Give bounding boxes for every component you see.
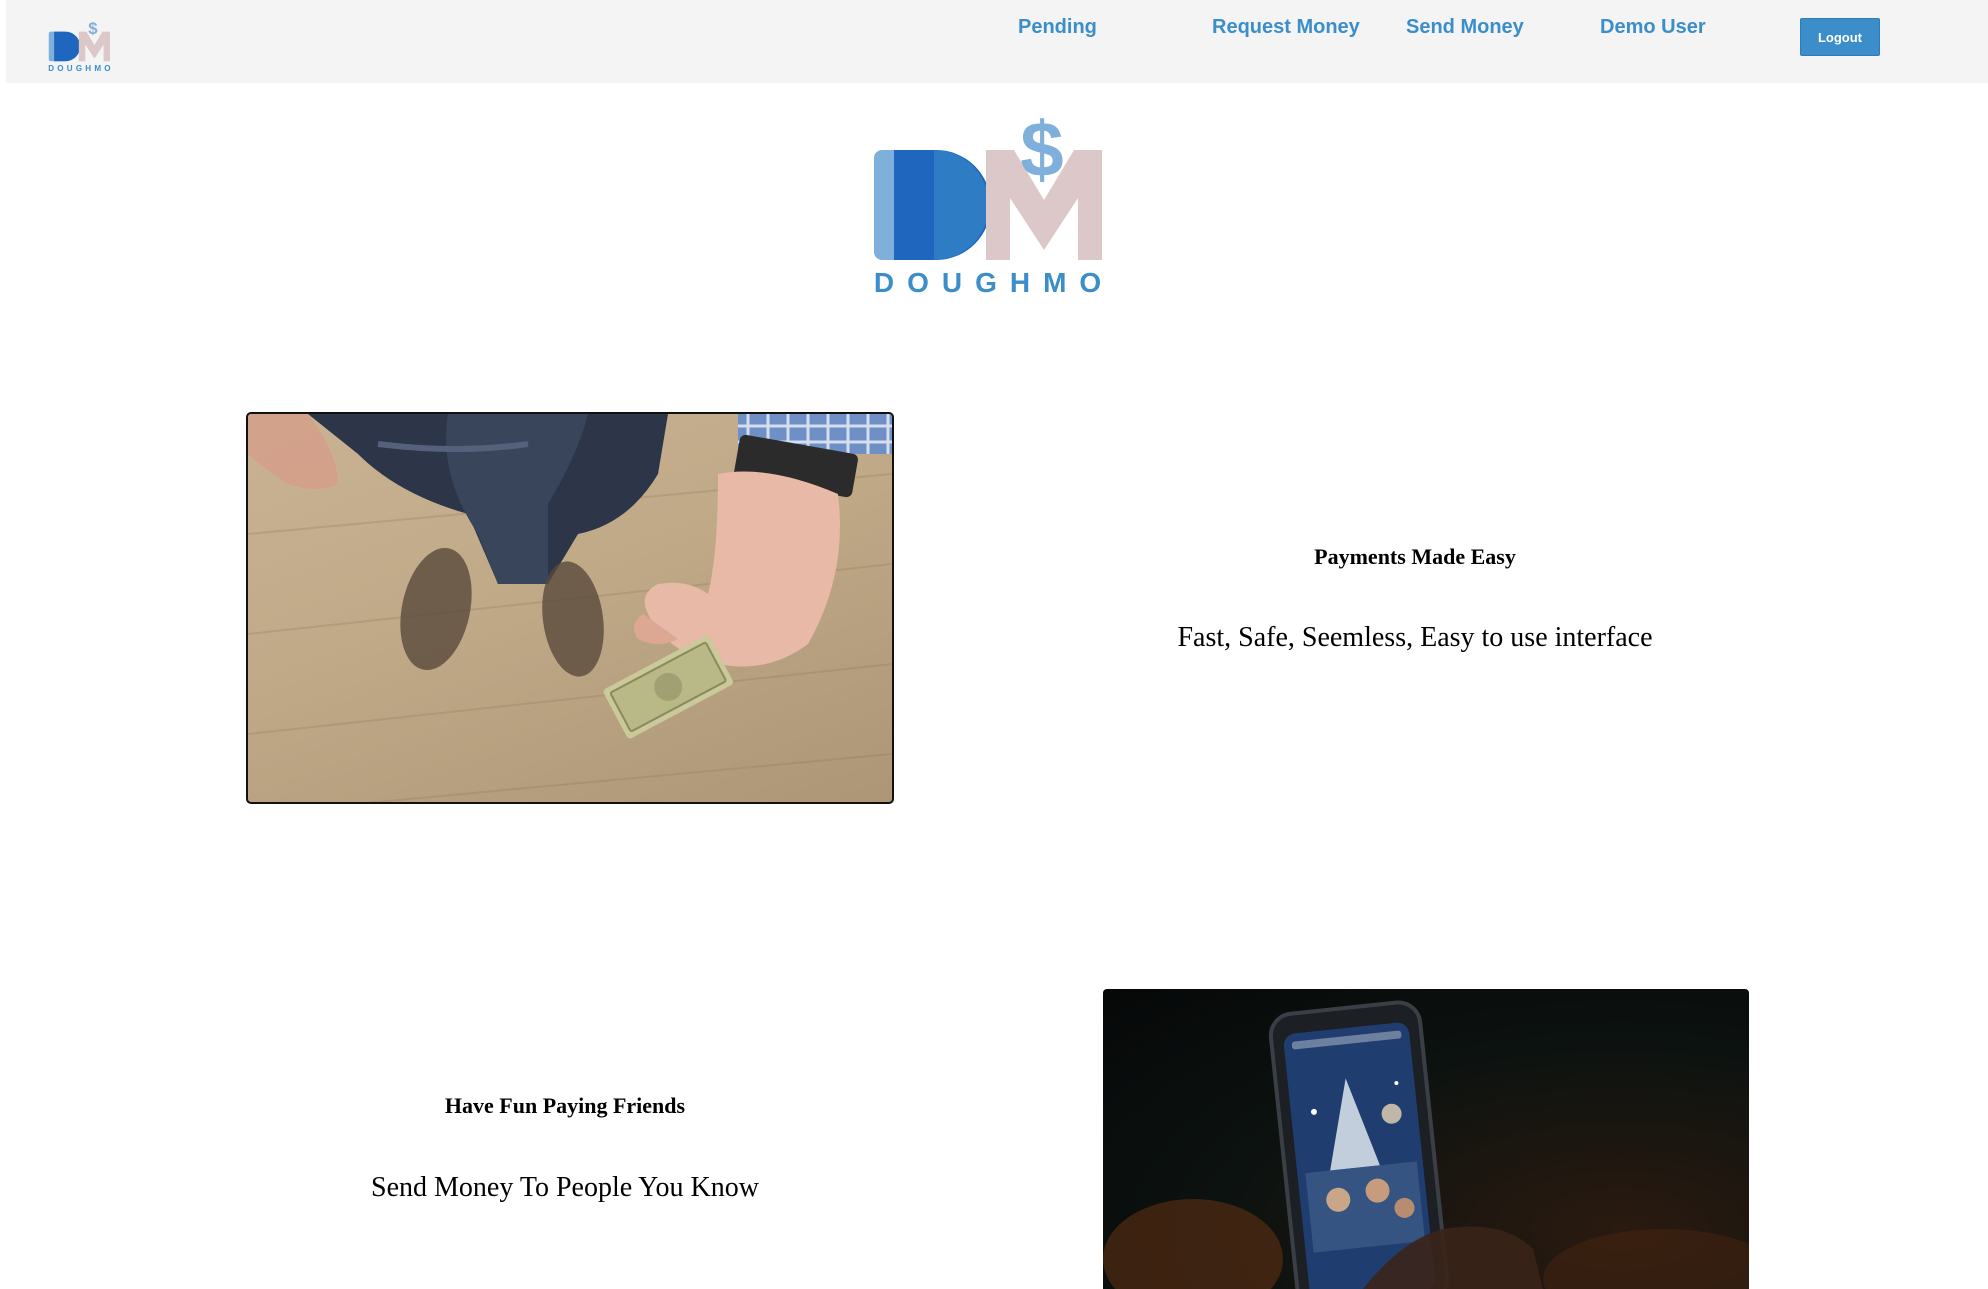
doughmo-nav-logo[interactable]: $ DOUGHMO (46, 22, 116, 72)
nav-link-pending[interactable]: Pending (1018, 16, 1097, 39)
brand-name: DOUGHMO (874, 267, 1114, 298)
nav-link-send-money[interactable]: Send Money (1406, 16, 1524, 39)
top-navbar: $ DOUGHMO Pending Request Money Send Mon… (6, 0, 1988, 83)
dollar-sign-icon: $ (1020, 114, 1063, 193)
feature-title: Have Fun Paying Friends (444, 1093, 686, 1118)
feature-title: Payments Made Easy (1314, 544, 1516, 569)
feature-subtitle: Fast, Safe, Seemless, Easy to use interf… (1177, 622, 1653, 653)
phone-photo-at-night (1103, 989, 1749, 1289)
feature-subtitle: Send Money To People You Know (371, 1172, 759, 1203)
nav-link-request-money[interactable]: Request Money (1212, 16, 1360, 39)
svg-text:$: $ (88, 22, 98, 38)
doughmo-hero-logo: $ DOUGHMO (874, 114, 1114, 298)
logout-button[interactable]: Logout (1800, 18, 1880, 56)
svg-text:DOUGHMO: DOUGHMO (48, 64, 114, 72)
nav-link-demo-user[interactable]: Demo User (1600, 16, 1706, 39)
hand-giving-cash-photo (246, 412, 894, 804)
